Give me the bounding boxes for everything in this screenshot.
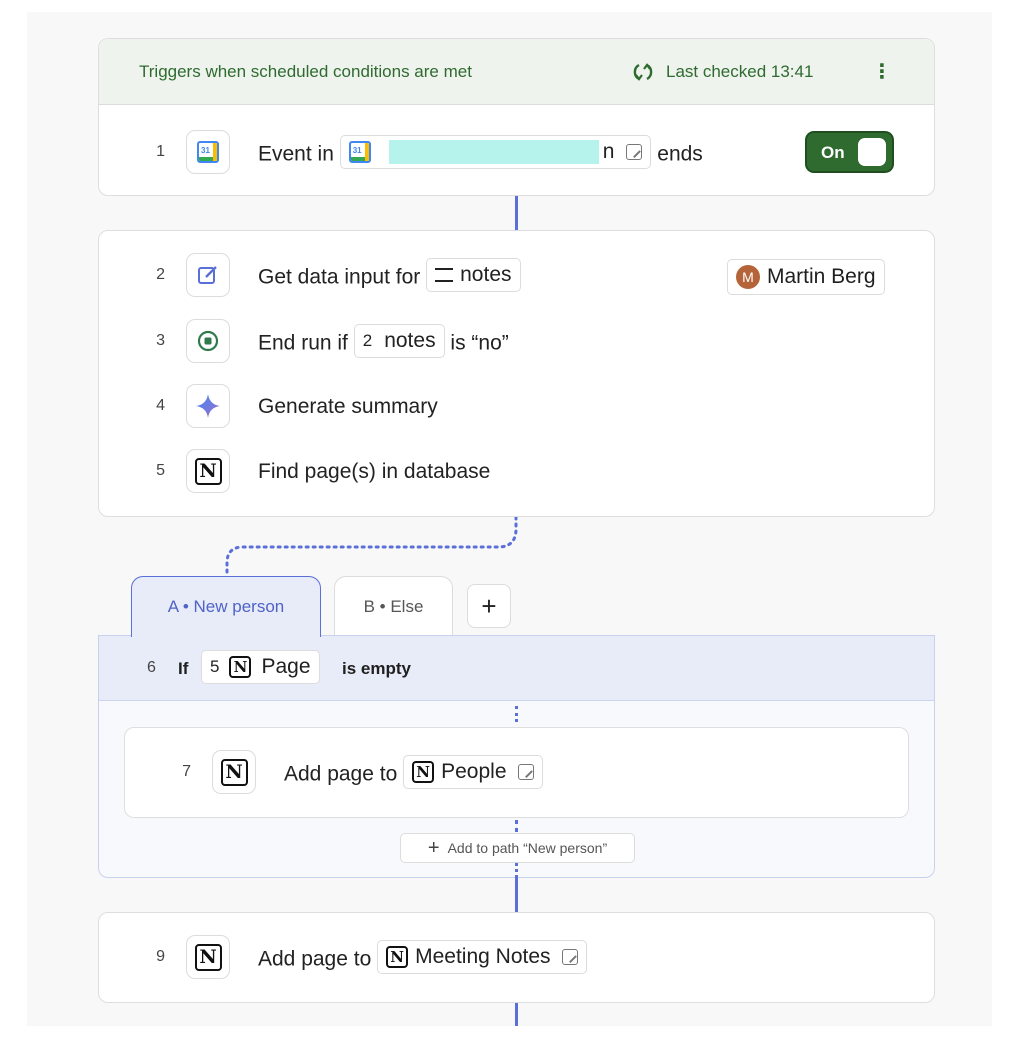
calendar-chip[interactable]: 31 n bbox=[339, 135, 652, 169]
branch-connector bbox=[225, 517, 518, 579]
connector-line bbox=[515, 878, 518, 912]
step-number: 9 bbox=[156, 948, 165, 965]
stop-circle-icon bbox=[197, 330, 219, 352]
step-number: 2 bbox=[156, 266, 165, 283]
google-calendar-icon-box: 31 bbox=[186, 130, 230, 174]
notion-icon: N bbox=[220, 758, 248, 786]
step-label: Find page(s) in database bbox=[258, 460, 491, 483]
condition-suffix: is “no” bbox=[450, 331, 509, 355]
notes-chip[interactable]: notes bbox=[426, 258, 521, 292]
step-ref-chip[interactable]: 2 notes bbox=[353, 324, 445, 358]
if-label: If bbox=[178, 659, 189, 678]
step-number: 7 bbox=[182, 763, 191, 780]
external-link-icon[interactable] bbox=[626, 144, 643, 160]
notion-icon-box: N bbox=[186, 449, 230, 493]
step-row-5[interactable]: 5 N Find page(s) in database bbox=[99, 449, 934, 495]
refresh-icon[interactable] bbox=[632, 61, 654, 83]
step-number: 1 bbox=[156, 143, 165, 160]
connector-dots bbox=[515, 706, 518, 722]
step-number: 3 bbox=[156, 332, 165, 349]
ends-text: ends bbox=[657, 142, 703, 166]
step-row-2[interactable]: 2 Get data input for notes M Martin Berg bbox=[99, 253, 934, 299]
notion-icon-box: N bbox=[186, 935, 230, 979]
step-number: 6 bbox=[147, 659, 156, 676]
step-9-card: 9 N Add page to N Meeting Notes bbox=[98, 912, 935, 1003]
connector-dots bbox=[515, 820, 518, 832]
add-branch-button[interactable]: + bbox=[467, 584, 511, 628]
chip-text: People bbox=[441, 760, 507, 783]
add-to-path-label: Add to path “New person” bbox=[447, 840, 608, 856]
notion-icon: N bbox=[194, 457, 222, 485]
redacted-calendar-name bbox=[388, 140, 599, 164]
last-checked: Last checked 13:41 bbox=[666, 62, 814, 81]
external-link-icon[interactable] bbox=[517, 764, 534, 780]
add-to-path-button[interactable]: + Add to path “New person” bbox=[400, 833, 635, 863]
assignee-name: Martin Berg bbox=[767, 265, 876, 288]
step-7-card: 7 N Add page to N People bbox=[124, 727, 909, 818]
chip-text: Page bbox=[261, 655, 311, 678]
event-in-text: Event in bbox=[258, 142, 334, 166]
step-label: Event in 31 n ends bbox=[258, 135, 703, 169]
connector-line bbox=[515, 196, 518, 230]
chip-text: notes bbox=[384, 329, 436, 352]
avatar: M bbox=[736, 265, 760, 289]
step-row-1[interactable]: 1 31 Event in 31 n ends On bbox=[99, 130, 934, 176]
meeting-notes-db-chip[interactable]: N Meeting Notes bbox=[377, 940, 587, 974]
branch-condition-row[interactable]: 6 If 5 N Page is empty bbox=[99, 636, 934, 701]
step-number: 5 bbox=[156, 462, 165, 479]
page-ref-chip[interactable]: 5 N Page bbox=[201, 650, 320, 684]
assignee-chip[interactable]: M Martin Berg bbox=[727, 259, 885, 295]
step-label: Add page to N People bbox=[284, 755, 543, 789]
step-label: Get data input for notes bbox=[258, 258, 521, 292]
external-link-icon[interactable] bbox=[561, 949, 578, 965]
step-label: Generate summary bbox=[258, 395, 438, 418]
google-calendar-icon: 31 bbox=[348, 141, 371, 163]
step-label: Add page to N Meeting Notes bbox=[258, 940, 587, 974]
people-db-chip[interactable]: N People bbox=[403, 755, 543, 789]
notion-icon: N bbox=[412, 761, 435, 783]
step-row-7[interactable]: 7 N Add page to N People bbox=[125, 750, 908, 796]
step-label-text: Add page to bbox=[284, 762, 398, 786]
text-lines-icon bbox=[435, 268, 454, 282]
step-row-4[interactable]: 4 Generate summary bbox=[99, 384, 934, 430]
calendar-chip-text: n bbox=[602, 140, 615, 163]
notion-icon: N bbox=[229, 656, 252, 678]
stop-icon-box bbox=[186, 319, 230, 363]
condition-suffix: is empty bbox=[342, 659, 411, 678]
step-row-3[interactable]: 3 End run if 2 notes is “no” bbox=[99, 319, 934, 365]
chip-step-number: 2 bbox=[362, 331, 373, 350]
sparkle-icon bbox=[196, 394, 220, 418]
chip-step-number: 5 bbox=[210, 657, 220, 676]
trigger-condition: Triggers when scheduled conditions are m… bbox=[139, 62, 472, 81]
step-label-text: Add page to bbox=[258, 947, 372, 971]
connector-dots bbox=[515, 863, 518, 878]
step-number: 4 bbox=[156, 397, 165, 414]
notion-icon: N bbox=[194, 943, 222, 971]
on-off-toggle[interactable]: On bbox=[805, 131, 894, 173]
trigger-card: Triggers when scheduled conditions are m… bbox=[98, 38, 935, 196]
tab-new-person[interactable]: A • New person bbox=[131, 576, 321, 637]
connector-line bbox=[515, 1003, 518, 1026]
edit-icon-box bbox=[186, 253, 230, 297]
google-calendar-icon: 31 bbox=[197, 141, 219, 163]
step-label: End run if 2 notes is “no” bbox=[258, 324, 509, 358]
ai-icon-box bbox=[186, 384, 230, 428]
step-label-text: End run if bbox=[258, 331, 348, 355]
tab-else[interactable]: B • Else bbox=[334, 576, 453, 636]
trigger-header: Triggers when scheduled conditions are m… bbox=[99, 39, 934, 105]
toggle-label: On bbox=[821, 143, 845, 162]
chip-text: notes bbox=[460, 263, 512, 286]
toggle-knob bbox=[858, 138, 886, 166]
more-menu-icon[interactable]: ⋮ bbox=[872, 59, 892, 84]
plus-icon: + bbox=[427, 836, 440, 859]
step-label-text: Get data input for bbox=[258, 265, 421, 289]
edit-form-icon bbox=[198, 266, 217, 284]
notion-icon-box: N bbox=[212, 750, 256, 794]
step-row-9[interactable]: 9 N Add page to N Meeting Notes bbox=[99, 935, 934, 981]
steps-card: 2 Get data input for notes M Martin Berg… bbox=[98, 230, 935, 517]
notion-icon: N bbox=[386, 946, 409, 968]
chip-text: Meeting Notes bbox=[415, 945, 551, 968]
